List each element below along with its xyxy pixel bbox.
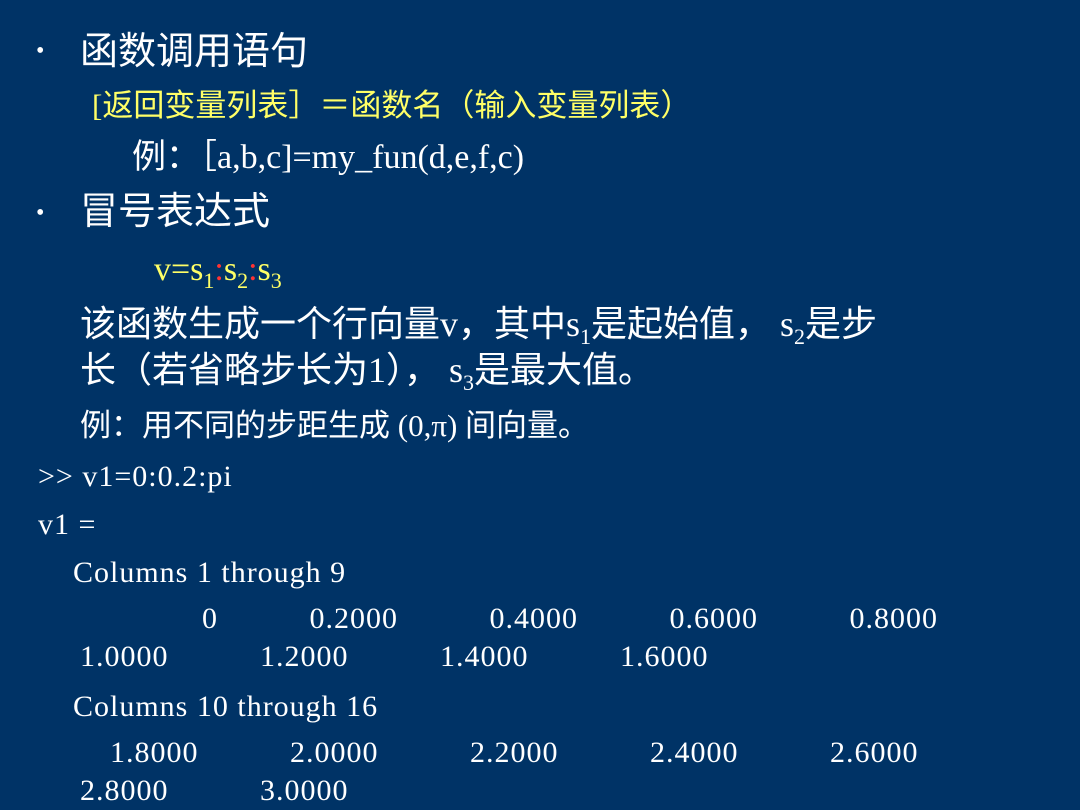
formula-s2: s [223, 251, 238, 288]
console-command: >> v1=0:0.2:pi [38, 460, 233, 493]
value-cell: 2.8000 [80, 774, 169, 807]
desc-sub: 3 [463, 370, 475, 395]
columns-header-1: Columns 1 through 9 [73, 556, 347, 589]
formula-v: v=s [154, 251, 204, 288]
values-row: 2.8000 3.0000 [80, 774, 440, 808]
value-cell: 2.4000 [650, 736, 739, 769]
formula-sub1: 1 [203, 268, 215, 293]
heading-colon-expression: 冒号表达式 [80, 191, 271, 233]
value-cell: 0.8000 [849, 602, 938, 635]
description-line-1: 该函数生成一个行向量v，其中s1是起始值， s2是步 [80, 302, 878, 349]
value-cell: 0.4000 [489, 602, 578, 635]
value-cell: 1.4000 [440, 640, 529, 673]
value-cell: 1.6000 [620, 640, 709, 673]
value-cell: 1.8000 [110, 736, 199, 769]
value-cell: 0.6000 [669, 602, 758, 635]
console-result-label: v1 = [38, 508, 97, 541]
formula-sub3: 3 [270, 268, 282, 293]
columns-header-2: Columns 10 through 16 [73, 690, 379, 723]
desc-text: 该函数生成一个行向量v，其中s [80, 304, 581, 344]
values-row: 1.8000 2.0000 2.2000 2.4000 2.6000 [110, 736, 1010, 770]
heading-function-call: 函数调用语句 [80, 31, 309, 73]
description-line-2: 长（若省略步长为1）， s3是最大值。 [80, 348, 655, 395]
function-signature: [返回变量列表］＝函数名（输入变量列表） [92, 88, 692, 123]
value-cell: 2.2000 [470, 736, 559, 769]
value-cell: 0.2000 [309, 602, 398, 635]
formula-colon: : [248, 251, 258, 288]
example-range: 例：用不同的步距生成 (0,π) 间向量。 [80, 408, 590, 443]
formula-s3: s [257, 251, 271, 288]
colon-formula: v=s1:s2:s3 [154, 250, 282, 293]
formula-sub2: 2 [237, 268, 249, 293]
desc-text: 是起始值， s [591, 304, 795, 344]
value-cell: 0 [202, 602, 218, 635]
desc-text: 长（若省略步长为1）， s [80, 350, 464, 390]
example-call: 例：［a,b,c]=my_fun(d,e,f,c) [132, 139, 525, 176]
desc-text: 是最大值。 [474, 350, 655, 390]
formula-colon: : [214, 251, 224, 288]
value-cell: 3.0000 [260, 774, 349, 807]
bullet-icon: • [36, 38, 45, 64]
value-cell: 2.0000 [290, 736, 379, 769]
bullet-icon: • [36, 200, 45, 226]
desc-sub: 1 [580, 324, 592, 349]
values-row: 1.0000 1.2000 1.4000 1.6000 [80, 640, 800, 674]
desc-text: 是步 [805, 304, 878, 344]
value-cell: 2.6000 [830, 736, 919, 769]
values-row: 0 0.2000 0.4000 0.6000 0.8000 [38, 602, 938, 636]
desc-sub: 2 [794, 324, 806, 349]
value-cell: 1.0000 [80, 640, 169, 673]
value-cell: 1.2000 [260, 640, 349, 673]
